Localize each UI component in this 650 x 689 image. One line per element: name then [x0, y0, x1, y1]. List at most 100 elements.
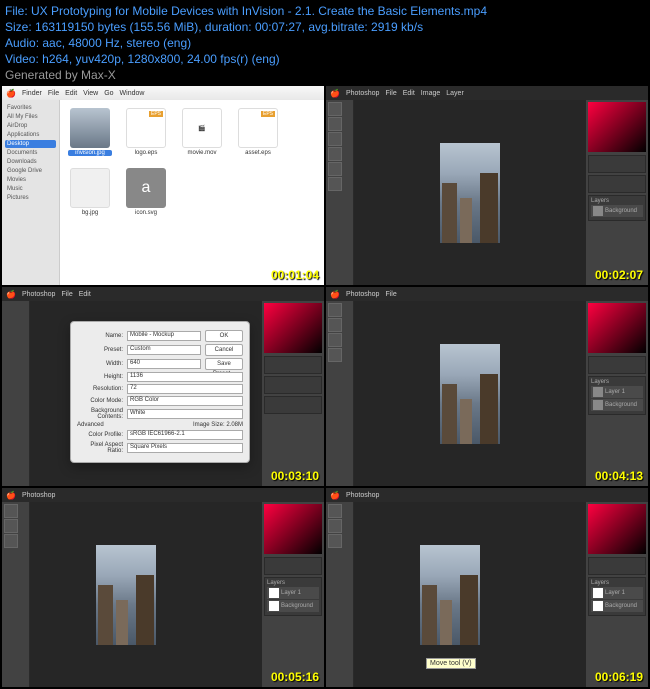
thumbnail-5: 🍎 Photoshop Layers Layer 1 Background 00…	[2, 488, 324, 687]
ps-canvas[interactable]	[30, 502, 262, 687]
sidebar-item[interactable]: Desktop	[5, 140, 56, 148]
layers-panel: Layers Layer 1 Background	[588, 376, 646, 415]
ps-toolbox	[326, 502, 354, 687]
file-item[interactable]: invision.jpg	[68, 108, 112, 156]
sidebar-item[interactable]: Documents	[5, 149, 56, 157]
file-item[interactable]: bg.jpg	[68, 168, 112, 216]
thumbnail-6: 🍎 Photoshop Layers Layer 1 Background Mo…	[326, 488, 648, 687]
canvas-image	[440, 143, 500, 243]
tool-icon[interactable]	[328, 102, 342, 116]
resolution-input[interactable]: 72	[127, 384, 243, 394]
timestamp: 00:06:19	[595, 670, 643, 684]
new-document-dialog: Name:Mobile - MockupOK Preset:CustomCanc…	[70, 321, 250, 463]
tool-icon[interactable]	[4, 519, 18, 533]
tool-icon[interactable]	[328, 534, 342, 548]
ps-panels	[262, 301, 324, 486]
layer-row[interactable]: Background	[591, 399, 643, 411]
file-item[interactable]: 🎬movie.mov	[180, 108, 224, 156]
ps-panels: Layers Layer 1 Background	[262, 502, 324, 687]
canvas-image	[96, 545, 156, 645]
timestamp: 00:04:13	[595, 469, 643, 483]
color-picker[interactable]	[264, 504, 322, 554]
sidebar-item[interactable]: Pictures	[5, 194, 56, 202]
panel	[588, 155, 646, 173]
color-picker[interactable]	[588, 504, 646, 554]
layer-row[interactable]: Background	[267, 600, 319, 612]
canvas-image	[420, 545, 480, 645]
sidebar-item[interactable]: All My Files	[5, 113, 56, 121]
profile-select[interactable]: sRGB IEC61966-2.1	[127, 430, 243, 440]
preset-select[interactable]: Custom	[127, 345, 201, 355]
tool-icon[interactable]	[328, 519, 342, 533]
tool-icon[interactable]	[328, 117, 342, 131]
audio-label: Audio:	[5, 36, 39, 50]
color-picker[interactable]	[588, 303, 646, 353]
layer-row[interactable]: Layer 1	[267, 587, 319, 599]
tool-icon[interactable]	[328, 504, 342, 518]
sidebar-item[interactable]: Music	[5, 185, 56, 193]
tool-icon[interactable]	[328, 162, 342, 176]
file-item[interactable]: logo.eps	[124, 108, 168, 156]
layer-row[interactable]: Background	[591, 205, 643, 217]
audio-value: aac, 48000 Hz, stereo (eng)	[42, 36, 191, 50]
mac-menubar: 🍎 Photoshop File Edit Image Layer	[326, 86, 648, 100]
finder-sidebar: Favorites All My Files AirDrop Applicati…	[2, 100, 60, 285]
mac-menubar: 🍎 Photoshop	[326, 488, 648, 502]
tool-icon[interactable]	[328, 318, 342, 332]
ps-panels: Layers Background	[586, 100, 648, 285]
layer-row[interactable]: Layer 1	[591, 587, 643, 599]
panel	[588, 175, 646, 193]
finder-content: invision.jpg logo.eps 🎬movie.mov asset.e…	[60, 100, 324, 285]
file-label: File:	[5, 4, 28, 18]
mac-menubar: 🍎 Finder File Edit View Go Window	[2, 86, 324, 100]
tool-icon[interactable]	[328, 348, 342, 362]
tool-icon[interactable]	[4, 504, 18, 518]
thumbnail-3: 🍎 Photoshop File Edit Name:Mobile - Mock…	[2, 287, 324, 486]
apple-icon: 🍎	[6, 89, 16, 98]
color-picker[interactable]	[264, 303, 322, 353]
file-item[interactable]: aicon.svg	[124, 168, 168, 216]
sidebar-item[interactable]: Movies	[5, 176, 56, 184]
bg-select[interactable]: White	[127, 409, 243, 419]
layer-row[interactable]: Layer 1	[591, 386, 643, 398]
tool-icon[interactable]	[328, 132, 342, 146]
color-picker[interactable]	[588, 102, 646, 152]
save-preset-button[interactable]: Save Preset...	[205, 358, 243, 370]
name-input[interactable]: Mobile - Mockup	[127, 331, 201, 341]
sidebar-item[interactable]: Favorites	[5, 104, 56, 112]
layers-panel: Layers Layer 1 Background	[264, 577, 322, 616]
thumbnail-4: 🍎 Photoshop File Layers Layer 1 Backgrou…	[326, 287, 648, 486]
apple-icon: 🍎	[330, 491, 340, 500]
apple-icon: 🍎	[330, 89, 340, 98]
height-input[interactable]: 1136	[127, 372, 243, 382]
thumbnail-2: 🍎 Photoshop File Edit Image Layer Layers…	[326, 86, 648, 285]
ps-canvas[interactable]	[354, 301, 586, 486]
ps-panels: Layers Layer 1 Background	[586, 301, 648, 486]
sidebar-item[interactable]: Downloads	[5, 158, 56, 166]
ps-toolbox	[2, 502, 30, 687]
size-value: 163119150 bytes (155.56 MiB), duration: …	[35, 20, 423, 34]
tool-icon[interactable]	[328, 147, 342, 161]
tool-icon[interactable]	[328, 333, 342, 347]
file-item[interactable]: asset.eps	[236, 108, 280, 156]
cancel-button[interactable]: Cancel	[205, 344, 243, 356]
ok-button[interactable]: OK	[205, 330, 243, 342]
tool-icon[interactable]	[328, 303, 342, 317]
tool-icon[interactable]	[328, 177, 342, 191]
ps-panels: Layers Layer 1 Background	[586, 502, 648, 687]
mac-menubar: 🍎 Photoshop File	[326, 287, 648, 301]
sidebar-item[interactable]: Google Drive	[5, 167, 56, 175]
aspect-select[interactable]: Square Pixels	[127, 443, 243, 453]
ps-canvas[interactable]	[354, 100, 586, 285]
sidebar-item[interactable]: AirDrop	[5, 122, 56, 130]
sidebar-item[interactable]: Applications	[5, 131, 56, 139]
ps-toolbox	[2, 301, 30, 486]
tool-icon[interactable]	[4, 534, 18, 548]
video-label: Video:	[5, 52, 39, 66]
tooltip: Move tool (V)	[426, 658, 476, 669]
layer-row[interactable]: Background	[591, 600, 643, 612]
colormode-select[interactable]: RGB Color	[127, 396, 243, 406]
timestamp: 00:02:07	[595, 268, 643, 282]
size-label: Size:	[5, 20, 32, 34]
width-input[interactable]: 640	[127, 359, 201, 369]
